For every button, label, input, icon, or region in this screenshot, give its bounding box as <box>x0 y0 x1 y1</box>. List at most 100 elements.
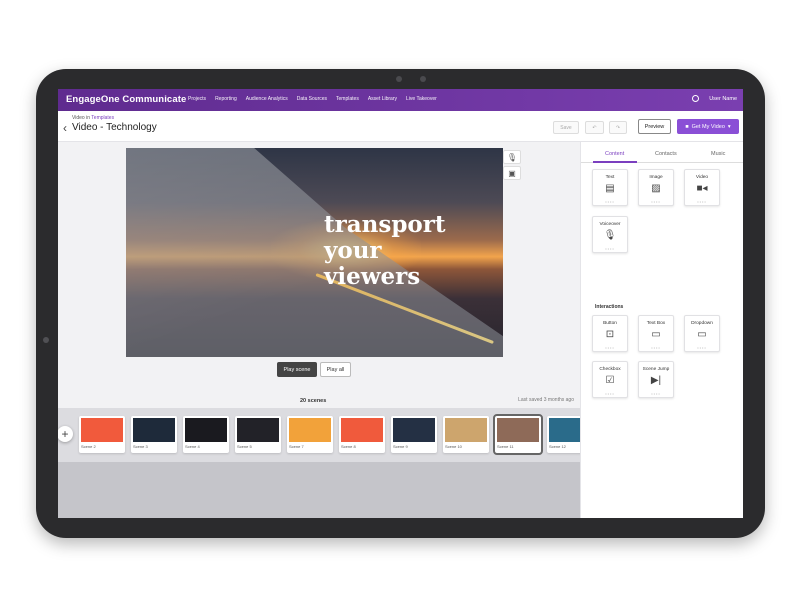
tile-placeholder: •••• <box>651 391 661 396</box>
app-screen: EngageOne Communicate Projects Reporting… <box>58 89 743 518</box>
nav-item-reporting[interactable]: Reporting <box>215 96 237 102</box>
interaction-tile-dropdown[interactable]: Dropdown ▭ •••• <box>684 315 720 352</box>
tab-content[interactable]: Content <box>605 151 624 157</box>
headline-line-1: transport <box>324 211 446 238</box>
scene-thumbnail[interactable]: Scene 7 <box>287 416 333 453</box>
scene-preview-image <box>133 418 175 442</box>
interaction-tile-scene-jump[interactable]: Scene Jump ▶| •••• <box>638 361 674 398</box>
scene-thumbnail[interactable]: Scene 8 <box>339 416 385 453</box>
video-canvas[interactable]: transport your viewers <box>126 148 503 357</box>
mic-icon: 🎙 <box>506 152 518 162</box>
scene-thumbnail[interactable]: Scene 11 <box>493 414 543 455</box>
brand-logo[interactable]: EngageOne Communicate <box>66 94 186 105</box>
canvas-headline[interactable]: transport your viewers <box>324 212 445 290</box>
nav-item-projects[interactable]: Projects <box>188 96 206 102</box>
video-icon: ■ <box>685 123 689 130</box>
scene-thumbnail[interactable]: Scene 4 <box>183 416 229 453</box>
tile-placeholder: •••• <box>605 246 615 251</box>
tile-label: Scene Jump <box>642 367 670 372</box>
scene-label: Scene 3 <box>133 444 148 449</box>
scene-timeline[interactable]: + Scene 2 Scene 3 Scene 4 Scene 5 Scene 7 Sce… <box>58 408 580 462</box>
scene-preview-image <box>445 418 487 442</box>
tile-label: Text Box <box>646 321 666 326</box>
captions-button[interactable]: ▣ <box>503 166 521 180</box>
editor-main: transport your viewers 🎙 ▣ Play scene Pl… <box>58 142 580 518</box>
tile-label: Image <box>649 175 663 180</box>
scene-preview-image <box>185 418 227 442</box>
scene-preview-image <box>81 418 123 442</box>
breadcrumb: Video in Templates <box>72 115 114 121</box>
nav-item-templates[interactable]: Templates <box>336 96 359 102</box>
tile-placeholder: •••• <box>605 391 615 396</box>
interaction-tile-checkbox[interactable]: Checkbox ☑ •••• <box>592 361 628 398</box>
scene-thumbnail[interactable]: Scene 5 <box>235 416 281 453</box>
user-menu[interactable]: User Name <box>692 95 737 102</box>
mic-button[interactable]: 🎙 <box>503 150 521 164</box>
editor-header: Video in Templates ‹ Video - Technology … <box>58 111 743 142</box>
scene-preview-image <box>341 418 383 442</box>
nav-item-live-takeover[interactable]: Live Takeover <box>406 96 437 102</box>
tile-label: Text <box>605 175 615 180</box>
save-button[interactable]: Save <box>553 121 579 134</box>
user-name[interactable]: User Name <box>709 96 737 102</box>
interaction-tile-text-box[interactable]: Text Box ▭ •••• <box>638 315 674 352</box>
breadcrumb-templates-link[interactable]: Templates <box>91 115 114 121</box>
headline-line-3: viewers <box>324 263 421 290</box>
tile-placeholder: •••• <box>697 345 707 350</box>
camera-dot-icon <box>396 76 402 82</box>
get-my-video-button[interactable]: ■ Get My Video ▾ <box>677 119 739 134</box>
tile-label: Checkbox <box>599 367 621 372</box>
scene-thumbnail[interactable]: Scene 3 <box>131 416 177 453</box>
scene-preview-image <box>497 418 539 442</box>
microphone-icon: 🎙 <box>603 230 617 241</box>
scene-jump-icon: ▶| <box>650 375 662 386</box>
scene-label: Scene 7 <box>289 444 304 449</box>
scene-thumbnail[interactable]: Scene 2 <box>79 416 125 453</box>
scene-preview-image <box>289 418 331 442</box>
tile-label: Video <box>695 175 709 180</box>
scene-preview-image <box>549 418 580 442</box>
nav-item-audience-analytics[interactable]: Audience Analytics <box>246 96 288 102</box>
content-tile-text[interactable]: Text ▤ •••• <box>592 169 628 206</box>
redo-button[interactable]: ↷ <box>609 121 627 134</box>
content-tile-voiceover[interactable]: Voiceover 🎙 •••• <box>592 216 628 253</box>
help-icon[interactable] <box>692 95 700 102</box>
tab-music[interactable]: Music <box>711 151 725 157</box>
tab-contacts[interactable]: Contacts <box>655 151 677 157</box>
scene-thumbnail[interactable]: Scene 9 <box>391 416 437 453</box>
undo-button[interactable]: ↶ <box>585 121 604 134</box>
scene-thumbnail[interactable]: Scene 12 <box>547 416 580 453</box>
scene-label: Scene 5 <box>237 444 252 449</box>
tile-placeholder: •••• <box>697 199 707 204</box>
scene-label: Scene 12 <box>549 444 566 449</box>
play-all-button[interactable]: Play all <box>320 362 351 377</box>
scene-label: Scene 2 <box>81 444 96 449</box>
text-doc-icon: ▤ <box>605 183 615 194</box>
scene-label: Scene 9 <box>393 444 408 449</box>
dropdown-icon: ▭ <box>697 329 707 340</box>
scene-thumbnail[interactable]: Scene 10 <box>443 416 489 453</box>
back-chevron-icon[interactable]: ‹ <box>63 122 67 134</box>
scene-preview-image <box>237 418 279 442</box>
timeline-workarea <box>58 462 580 518</box>
content-panel: Content Contacts Music Text ▤ •••• Image… <box>580 142 743 518</box>
video-camera-icon: ■◂ <box>696 183 708 194</box>
scene-label: Scene 4 <box>185 444 200 449</box>
preview-button[interactable]: Preview <box>638 119 671 134</box>
nav-item-asset-library[interactable]: Asset Library <box>368 96 397 102</box>
add-scene-button[interactable]: + <box>58 426 73 442</box>
last-saved-status: Last saved 3 months ago <box>518 397 574 403</box>
play-scene-button[interactable]: Play scene <box>277 362 317 377</box>
scene-label: Scene 10 <box>445 444 462 449</box>
scene-count: 20 scenes <box>300 398 327 404</box>
interaction-tile-button[interactable]: Button ⊡ •••• <box>592 315 628 352</box>
breadcrumb-prefix: Video in <box>72 115 90 121</box>
tile-placeholder: •••• <box>605 345 615 350</box>
captions-icon: ▣ <box>508 168 516 178</box>
image-icon: ▨ <box>651 183 661 194</box>
button-click-icon: ⊡ <box>605 329 615 340</box>
content-tile-video[interactable]: Video ■◂ •••• <box>684 169 720 206</box>
content-tile-image[interactable]: Image ▨ •••• <box>638 169 674 206</box>
get-my-video-label: Get My Video <box>691 123 725 130</box>
nav-item-data-sources[interactable]: Data Sources <box>297 96 327 102</box>
